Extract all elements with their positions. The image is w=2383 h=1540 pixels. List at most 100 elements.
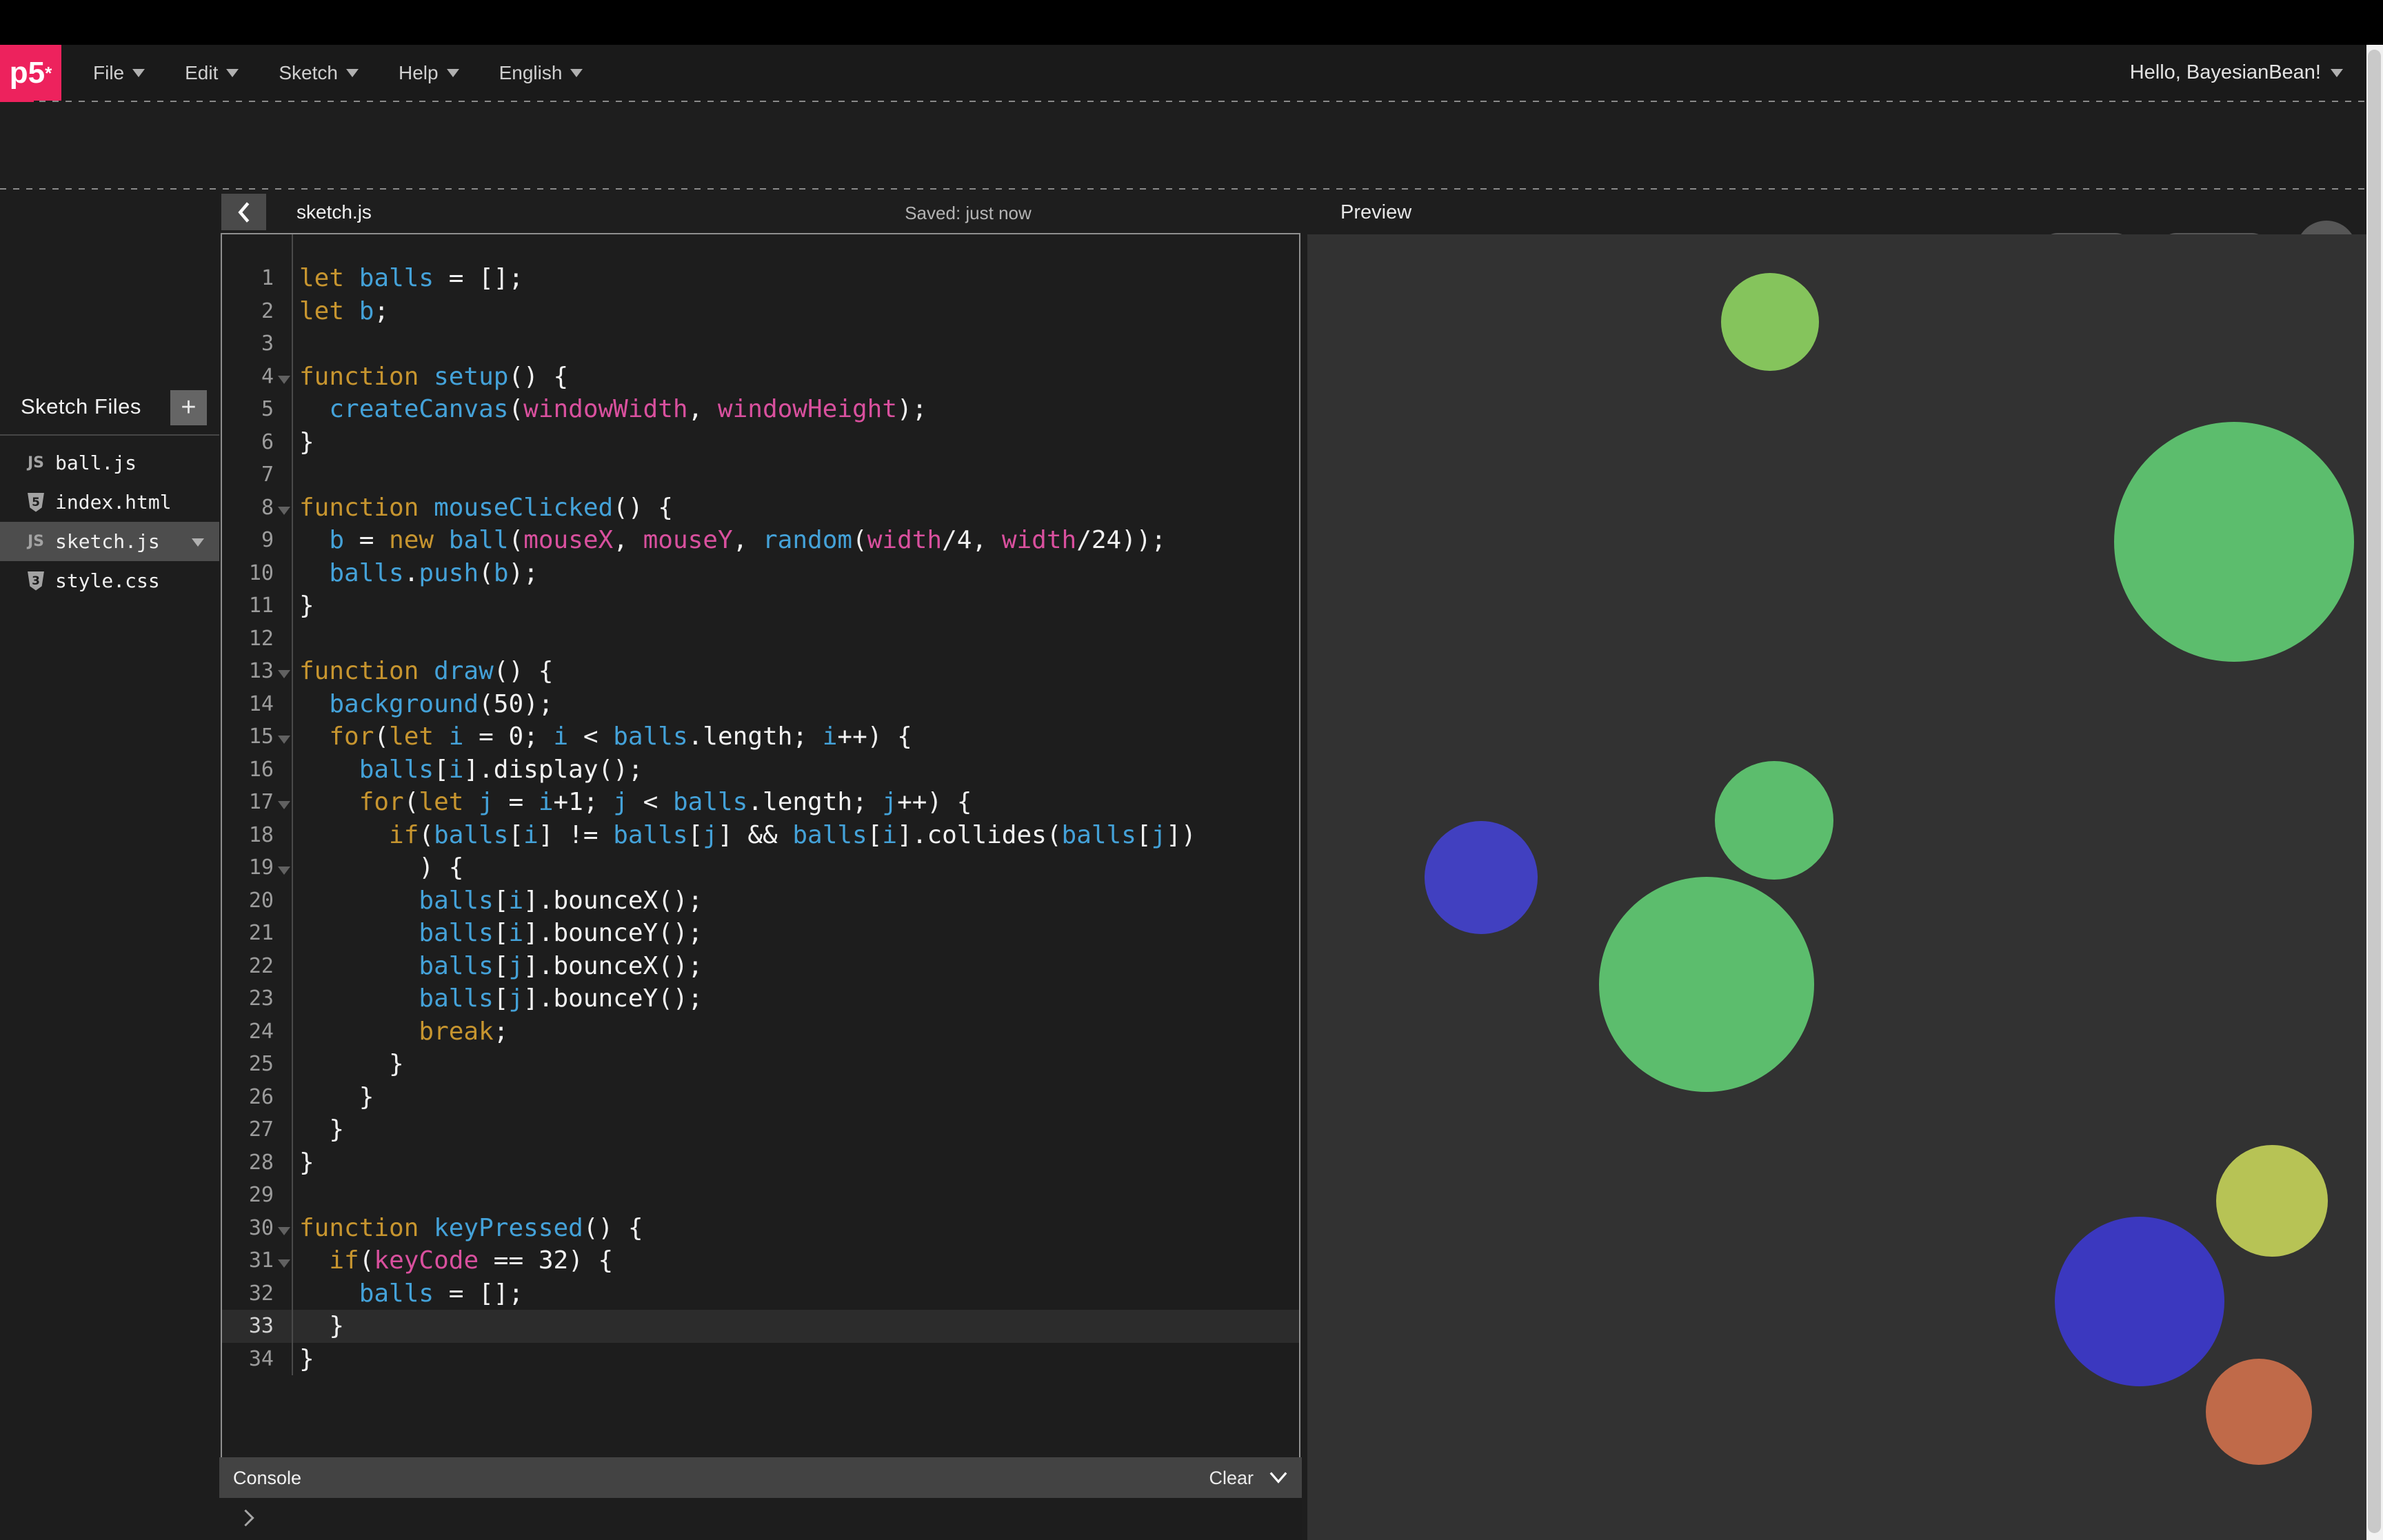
code-text: function draw() { [290,657,553,685]
gutter-cell: 3 [222,332,290,356]
code-text: } [290,591,314,620]
console-header: Console Clear [219,1457,1302,1498]
user-greeting: Hello, BayesianBean! [2130,61,2321,84]
code-text: ) { [290,853,463,882]
add-file-button[interactable]: + [170,390,207,425]
line-number: 12 [249,627,290,651]
gutter-cell: 15 [222,725,290,749]
gutter-cell: 16 [222,758,290,782]
fold-arrow-icon[interactable] [278,1227,290,1235]
code-line-12: 12 [222,622,1299,656]
code-text: } [290,1312,344,1340]
code-line-11: 11} [222,589,1299,622]
gutter-cell: 31 [222,1248,290,1273]
chevron-down-icon [346,69,359,77]
gutter-cell: 12 [222,627,290,651]
menu-sketch[interactable]: Sketch [279,62,359,84]
fold-arrow-icon[interactable] [278,801,290,809]
code-text: balls[i].bounceX(); [290,886,703,915]
code-line-24: 24 break; [222,1015,1299,1048]
gutter-cell: 21 [222,921,290,945]
line-number: 33 [249,1314,290,1338]
preview-ball [1425,821,1538,934]
line-number: 14 [249,692,290,716]
code-text: } [290,428,314,456]
fold-arrow-icon[interactable] [278,507,290,515]
menu-file[interactable]: File [93,62,145,84]
preview-ball [2114,422,2354,662]
fold-arrow-icon[interactable] [278,1259,290,1268]
code-text: for(let i = 0; i < balls.length; i++) { [290,722,912,751]
code-text: b = new ball(mouseX, mouseY, random(widt… [290,526,1166,554]
menu-help[interactable]: Help [399,62,459,84]
code-line-23: 23 balls[j].bounceY(); [222,982,1299,1015]
p5-logo[interactable]: p5* [0,45,61,101]
file-item-sketch.js[interactable]: JSsketch.js [0,522,219,561]
code-line-20: 20 balls[i].bounceX(); [222,884,1299,918]
code-text: balls = []; [290,1279,523,1308]
fold-arrow-icon[interactable] [278,867,290,875]
gutter-separator [292,234,293,1375]
code-line-14: 14 background(50); [222,688,1299,721]
line-number: 20 [249,889,290,913]
gutter-cell: 18 [222,823,290,847]
toolbar: Auto-refresh Balls Public p5.js 1.11.11 [0,102,2383,188]
code-text: balls[i].bounceY(); [290,919,703,947]
preview-canvas[interactable] [1307,234,2366,1540]
line-number: 24 [249,1020,290,1044]
console-collapse-button[interactable] [1267,1467,1289,1491]
file-item-ball.js[interactable]: JSball.js [0,443,219,483]
code-line-29: 29 [222,1179,1299,1212]
line-number: 11 [249,594,290,618]
line-number: 22 [249,954,290,978]
gutter-cell: 8 [222,496,290,520]
nav-bar: p5* File Edit Sketch Help English Hello, Bay… [0,45,2383,101]
code-line-7: 7 [222,458,1299,492]
code-line-22: 22 balls[j].bounceX(); [222,950,1299,983]
file-list: JSball.js5index.htmlJSsketch.js3style.cs… [0,443,219,600]
menu-english[interactable]: English [499,62,583,84]
code-text: let balls = []; [290,264,523,292]
scrollbar-thumb[interactable] [2368,50,2381,1533]
line-number: 16 [249,758,290,782]
logo-text: p5 [10,56,45,90]
console-prompt-icon [240,1508,258,1532]
code-line-2: 2let b; [222,295,1299,328]
code-text: } [290,1115,344,1144]
fold-arrow-icon[interactable] [278,670,290,678]
file-item-style.css[interactable]: 3style.css [0,561,219,600]
collapse-sidebar-button[interactable] [221,194,266,230]
menu-label: Edit [185,62,218,84]
code-line-32: 32 balls = []; [222,1277,1299,1310]
fold-arrow-icon[interactable] [278,736,290,744]
html-file-icon: 5 [28,493,52,512]
file-options-caret[interactable] [192,538,204,547]
javascript-file-icon: JS [28,533,52,550]
preview-ball [2216,1145,2328,1257]
gutter-cell: 19 [222,855,290,880]
console-output [219,1498,1302,1540]
gutter-cell: 5 [222,397,290,421]
code-line-5: 5 createCanvas(windowWidth, windowHeight… [222,393,1299,426]
gutter-cell: 2 [222,299,290,323]
file-name: ball.js [55,452,137,474]
fold-arrow-icon[interactable] [278,376,290,384]
gutter-cell: 28 [222,1151,290,1175]
chevron-down-icon [132,69,145,77]
account-menu[interactable]: Hello, BayesianBean! [2130,45,2343,101]
code-line-9: 9 b = new ball(mouseX, mouseY, random(wi… [222,524,1299,557]
code-text: function keyPressed() { [290,1214,643,1242]
gutter-cell: 26 [222,1085,290,1109]
code-text: function mouseClicked() { [290,494,673,522]
page-scrollbar [2366,45,2383,1540]
code-line-27: 27 } [222,1113,1299,1146]
javascript-file-icon: JS [28,454,52,472]
gutter-cell: 11 [222,594,290,618]
console-clear-button[interactable]: Clear [1209,1468,1254,1489]
code-editor[interactable]: 1let balls = [];2let b;34function setup(… [221,233,1300,1457]
file-item-index.html[interactable]: 5index.html [0,483,219,522]
menu-edit[interactable]: Edit [185,62,239,84]
line-number: 32 [249,1281,290,1306]
line-number: 21 [249,921,290,945]
code-line-1: 1let balls = []; [222,262,1299,295]
